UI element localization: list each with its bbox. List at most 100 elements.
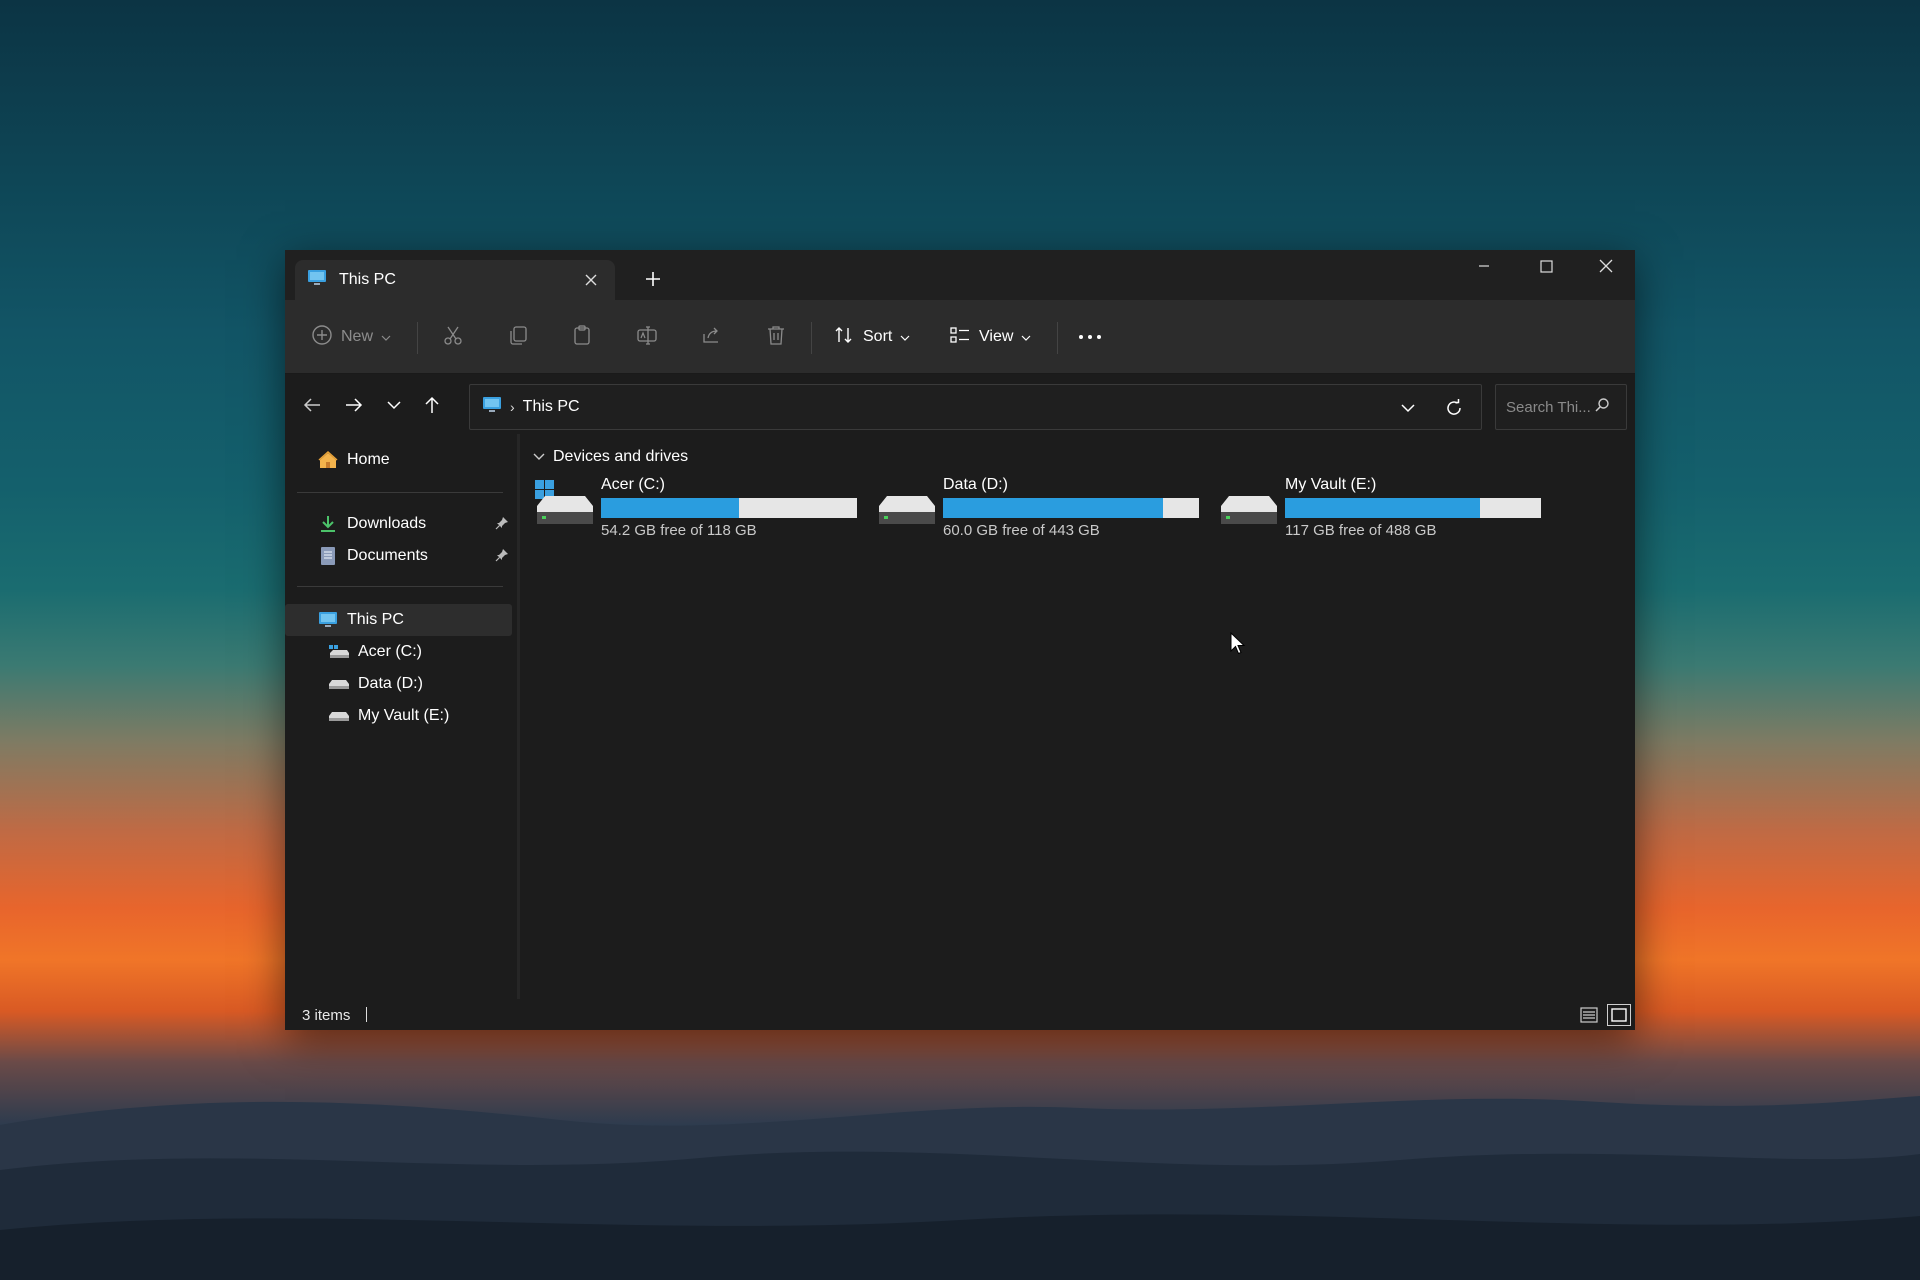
- this-pc-icon: [307, 269, 327, 292]
- home-icon: [317, 449, 339, 471]
- maximize-button[interactable]: [1517, 250, 1575, 282]
- address-history-button[interactable]: [1391, 391, 1425, 425]
- mouse-cursor-icon: [1230, 631, 1246, 656]
- windows-drive-icon: [328, 641, 350, 663]
- content-area: Devices and drives Acer (C:) 54.2 GB fre…: [521, 434, 1635, 999]
- pin-icon[interactable]: [495, 516, 509, 535]
- sidebar-item-drive-c[interactable]: Acer (C:): [328, 636, 548, 668]
- new-button[interactable]: New: [311, 316, 391, 358]
- status-separator: [366, 1007, 367, 1022]
- cut-button[interactable]: [442, 316, 464, 358]
- title-bar: This PC: [285, 250, 1635, 300]
- rename-button[interactable]: [636, 316, 658, 358]
- sidebar-item-documents[interactable]: Documents: [317, 540, 513, 572]
- refresh-icon: [1447, 399, 1461, 415]
- drive-name: Acer (C:): [601, 476, 665, 493]
- drive-usage-fill: [943, 498, 1164, 518]
- cut-icon: [442, 324, 464, 351]
- drive-icon: [328, 705, 350, 727]
- paste-button[interactable]: [571, 316, 593, 358]
- back-button[interactable]: [295, 388, 329, 422]
- status-bar: 3 items: [285, 999, 1635, 1030]
- drive-free-space: 54.2 GB free of 118 GB: [601, 522, 757, 539]
- sidebar-item-this-pc[interactable]: This PC: [285, 604, 512, 636]
- navigation-pane: Home Downloads Documents This PC Acer (C…: [285, 434, 517, 999]
- pane-splitter[interactable]: [517, 434, 520, 999]
- downloads-icon: [317, 513, 339, 535]
- address-bar[interactable]: › This PC: [469, 384, 1482, 430]
- copy-button[interactable]: [507, 316, 529, 358]
- this-pc-icon: [482, 396, 502, 419]
- drive-icon: [875, 478, 937, 528]
- more-options-button[interactable]: [1077, 316, 1103, 358]
- chevron-down-icon: [381, 328, 391, 346]
- chevron-down-icon: [387, 400, 401, 409]
- view-button-label: View: [979, 328, 1014, 345]
- delete-button[interactable]: [765, 316, 787, 358]
- sidebar-item-home[interactable]: Home: [317, 444, 537, 476]
- chevron-down-icon: [1401, 403, 1415, 412]
- sidebar-item-label: This PC: [347, 611, 404, 628]
- chevron-down-icon: [900, 328, 910, 346]
- details-view-icon: [1580, 1007, 1598, 1023]
- tab-title: This PC: [339, 271, 396, 288]
- arrow-left-icon: [303, 398, 320, 412]
- search-box[interactable]: [1495, 384, 1627, 430]
- breadcrumb-this-pc[interactable]: This PC: [523, 398, 580, 416]
- sidebar-item-label: My Vault (E:): [358, 707, 450, 724]
- group-header-devices-and-drives[interactable]: Devices and drives: [533, 444, 688, 470]
- view-icon: [949, 324, 971, 351]
- toolbar-divider: [417, 322, 418, 354]
- drive-usage-fill: [1285, 498, 1480, 518]
- chevron-down-icon: [1021, 328, 1031, 346]
- file-explorer-window: This PC New Sort View › This PC Search T…: [285, 250, 1635, 1030]
- pin-icon[interactable]: [495, 548, 509, 567]
- up-button[interactable]: [415, 388, 449, 422]
- view-button[interactable]: View: [949, 316, 1031, 358]
- drive-icon: [328, 673, 350, 695]
- search-input[interactable]: [1506, 398, 1594, 416]
- tab-close-icon[interactable]: [573, 262, 609, 298]
- drive-name: My Vault (E:): [1285, 476, 1377, 493]
- tiles-view-button[interactable]: [1607, 1004, 1631, 1026]
- toolbar-divider: [1057, 322, 1058, 354]
- drive-tile-e[interactable]: My Vault (E:) 117 GB free of 488 GB: [1217, 474, 1547, 544]
- share-button[interactable]: [700, 316, 722, 358]
- copy-icon: [507, 324, 529, 351]
- recent-locations-button[interactable]: [377, 388, 411, 422]
- navigation-bar: › This PC: [285, 374, 1635, 434]
- sidebar-item-downloads[interactable]: Downloads: [317, 508, 513, 540]
- add-circle-icon: [311, 324, 333, 351]
- drive-tile-d[interactable]: Data (D:) 60.0 GB free of 443 GB: [875, 474, 1205, 544]
- arrow-right-icon: [346, 398, 363, 412]
- windows-drive-icon: [533, 478, 595, 528]
- minimize-button[interactable]: [1455, 250, 1513, 282]
- sort-button-label: Sort: [863, 328, 893, 345]
- sidebar-item-label: Documents: [347, 547, 428, 564]
- tab-this-pc[interactable]: This PC: [295, 260, 615, 300]
- forward-button[interactable]: [337, 388, 371, 422]
- details-view-button[interactable]: [1577, 1004, 1601, 1026]
- chevron-right-icon: ›: [510, 399, 515, 415]
- chevron-down-icon: [533, 448, 545, 466]
- sidebar-item-label: Acer (C:): [358, 643, 422, 660]
- new-button-label: New: [341, 328, 374, 345]
- sidebar-item-label: Home: [347, 451, 390, 468]
- new-tab-button[interactable]: [635, 263, 671, 295]
- sidebar-item-label: Downloads: [347, 515, 427, 532]
- refresh-button[interactable]: [1437, 391, 1471, 425]
- sidebar-item-drive-e[interactable]: My Vault (E:): [328, 700, 548, 732]
- desktop-hills: [0, 1030, 1920, 1280]
- tiles-view-icon: [1611, 1008, 1627, 1022]
- share-icon: [700, 324, 722, 351]
- close-window-button[interactable]: [1577, 250, 1635, 282]
- rename-icon: [636, 324, 658, 351]
- sort-button[interactable]: Sort: [833, 316, 910, 358]
- this-pc-icon: [317, 609, 339, 631]
- group-title: Devices and drives: [553, 448, 689, 465]
- search-icon: [1594, 397, 1610, 418]
- sidebar-item-drive-d[interactable]: Data (D:): [328, 668, 548, 700]
- drive-tile-c[interactable]: Acer (C:) 54.2 GB free of 118 GB: [533, 474, 863, 544]
- drive-icon: [1217, 478, 1279, 528]
- delete-icon: [765, 324, 787, 351]
